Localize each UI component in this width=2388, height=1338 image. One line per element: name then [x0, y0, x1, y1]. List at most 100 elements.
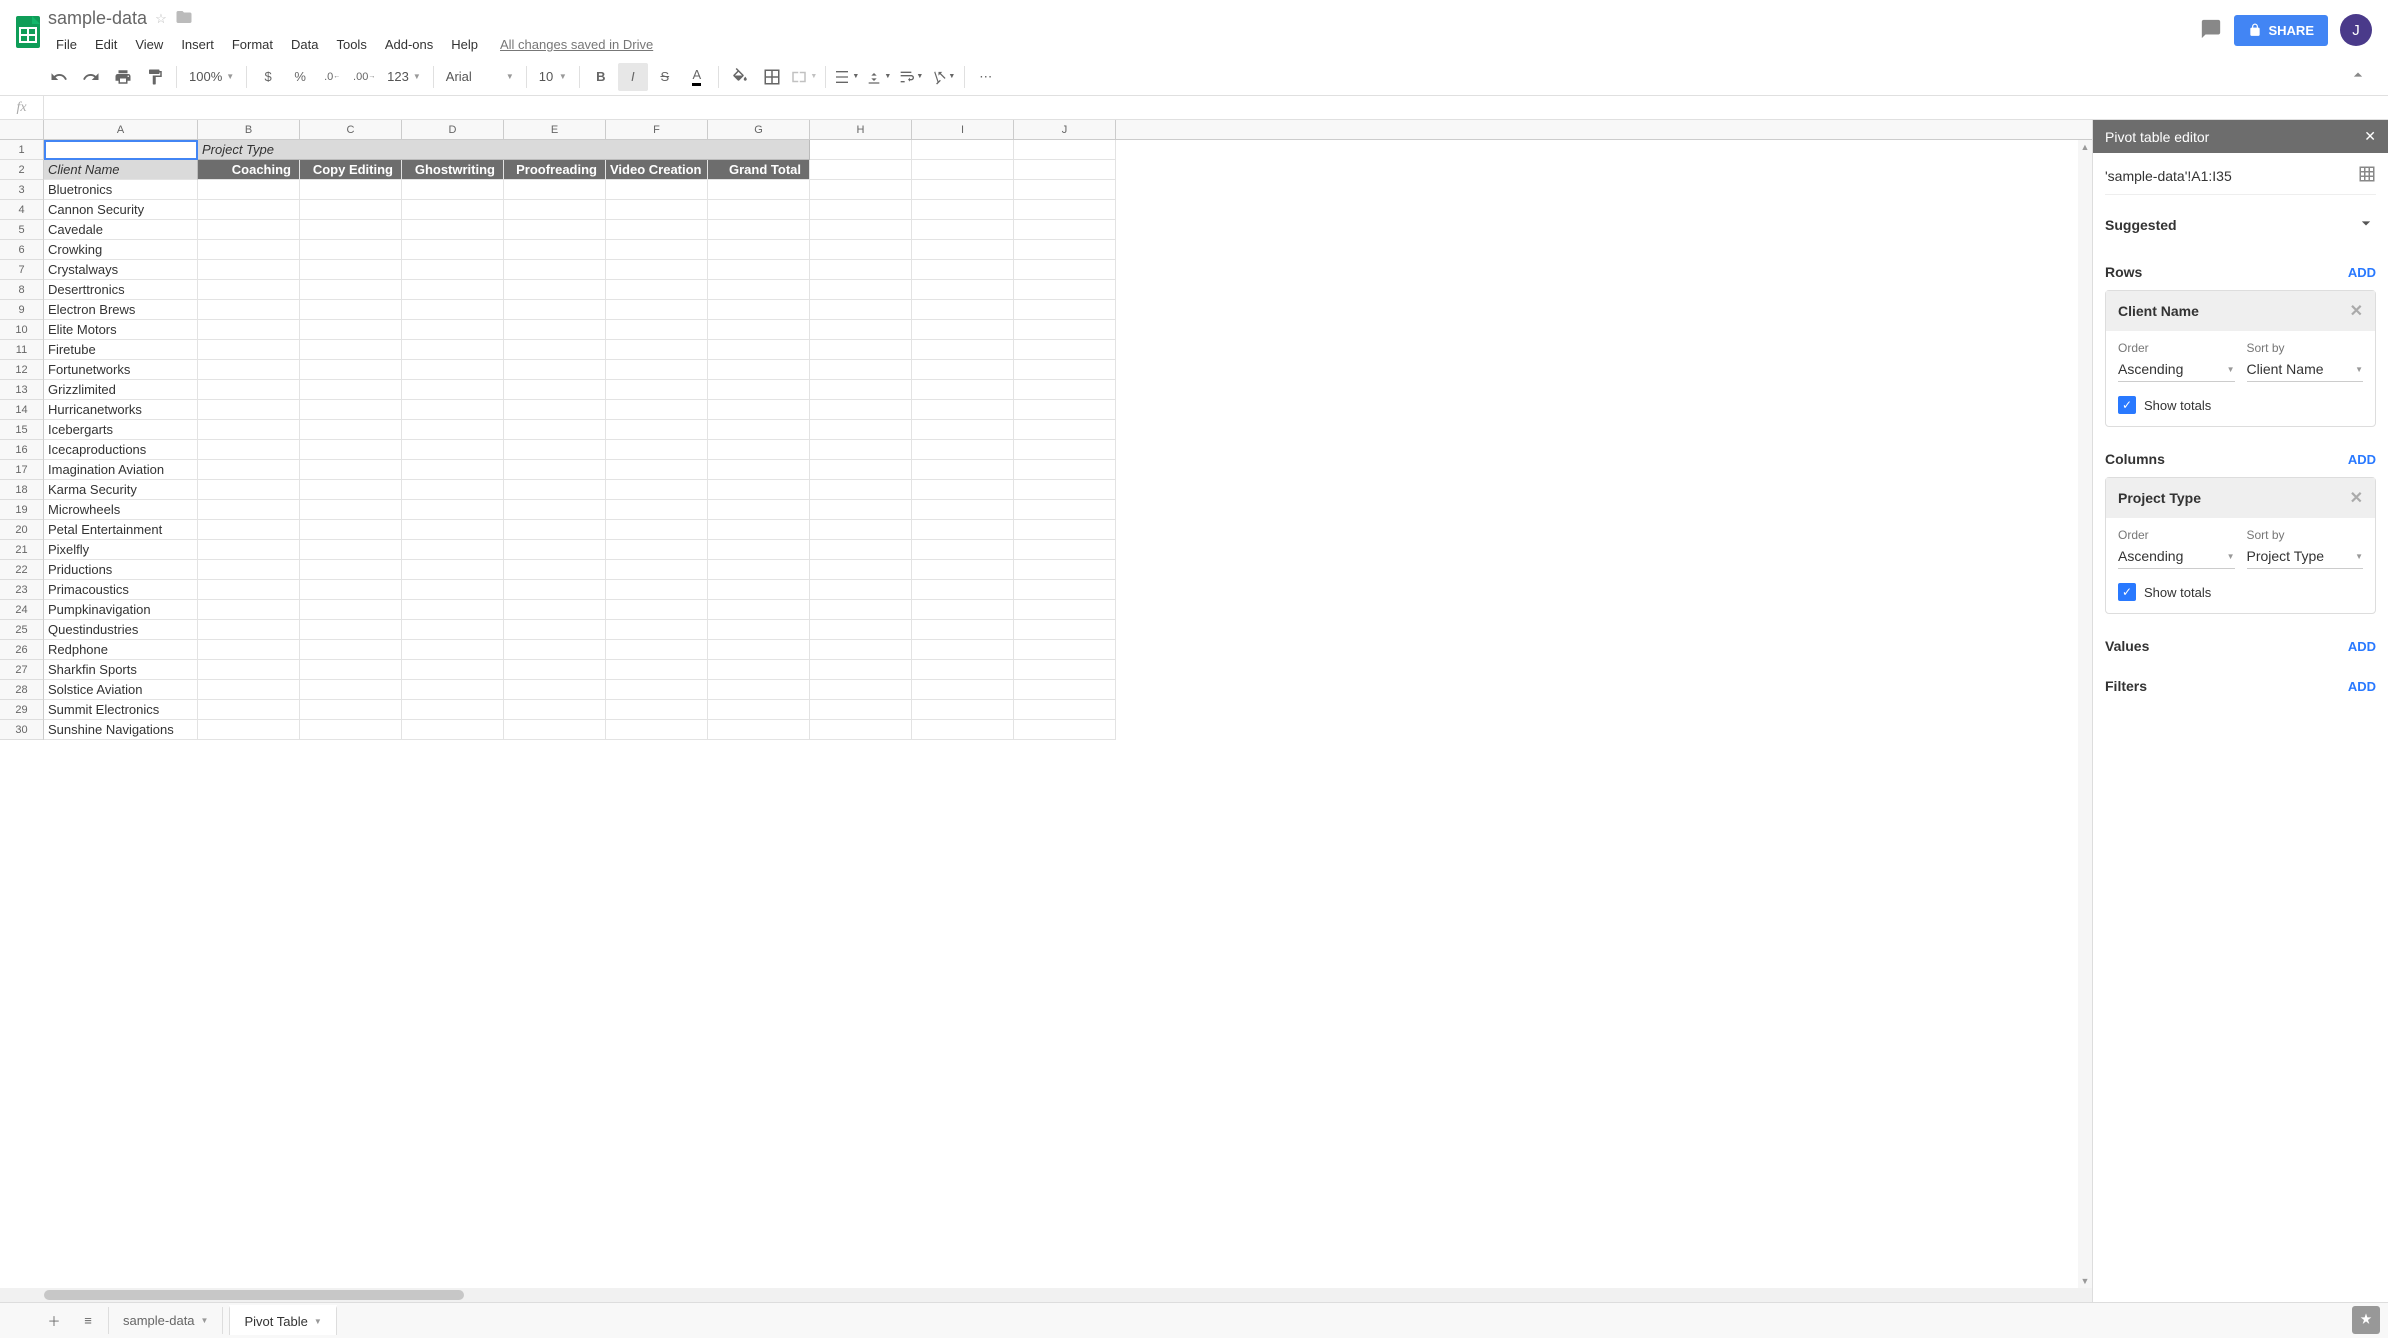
cell[interactable]	[708, 600, 810, 620]
cell[interactable]	[504, 180, 606, 200]
select-range-icon[interactable]	[2358, 165, 2376, 186]
row-header[interactable]: 12	[0, 360, 44, 380]
cell[interactable]	[402, 360, 504, 380]
cell[interactable]	[300, 580, 402, 600]
merge-cells-button[interactable]: ▼	[789, 63, 819, 91]
cell[interactable]	[300, 700, 402, 720]
cell[interactable]	[504, 400, 606, 420]
cell[interactable]	[810, 640, 912, 660]
cell[interactable]	[504, 280, 606, 300]
cell[interactable]	[504, 600, 606, 620]
cell[interactable]: Imagination Aviation	[44, 460, 198, 480]
col-header-A[interactable]: A	[44, 120, 198, 139]
cell[interactable]	[504, 580, 606, 600]
cell[interactable]: Grizzlimited	[44, 380, 198, 400]
cell[interactable]	[1014, 540, 1116, 560]
fill-color-button[interactable]	[725, 63, 755, 91]
cell[interactable]	[300, 400, 402, 420]
menu-view[interactable]: View	[127, 33, 171, 56]
sheet-tab-sample-data[interactable]: sample-data▼	[108, 1307, 223, 1334]
collapse-toolbar-icon[interactable]	[2348, 65, 2368, 88]
filters-add-button[interactable]: ADD	[2348, 679, 2376, 694]
cell[interactable]	[708, 460, 810, 480]
cell[interactable]: Fortunetworks	[44, 360, 198, 380]
cell[interactable]	[504, 240, 606, 260]
cell[interactable]	[708, 180, 810, 200]
cell[interactable]	[912, 460, 1014, 480]
paint-format-button[interactable]	[140, 63, 170, 91]
comments-icon[interactable]	[2200, 18, 2222, 43]
cell[interactable]	[912, 240, 1014, 260]
cell[interactable]	[708, 620, 810, 640]
sheets-logo[interactable]	[8, 6, 48, 58]
cell[interactable]	[402, 520, 504, 540]
cell[interactable]	[810, 580, 912, 600]
cell[interactable]	[810, 540, 912, 560]
cell[interactable]	[912, 600, 1014, 620]
cell[interactable]	[300, 280, 402, 300]
cell[interactable]	[300, 320, 402, 340]
cell[interactable]	[912, 380, 1014, 400]
cell[interactable]: Pixelfly	[44, 540, 198, 560]
cell[interactable]	[1014, 680, 1116, 700]
cell[interactable]	[1014, 640, 1116, 660]
cell[interactable]	[402, 260, 504, 280]
cell[interactable]	[810, 700, 912, 720]
row-header[interactable]: 2	[0, 160, 44, 180]
user-avatar[interactable]: J	[2340, 14, 2372, 46]
cell[interactable]	[198, 700, 300, 720]
h-scrollbar[interactable]	[0, 1288, 2092, 1302]
cell[interactable]	[606, 340, 708, 360]
cell[interactable]	[708, 300, 810, 320]
increase-decimal-button[interactable]: .00→	[349, 63, 379, 91]
row-header[interactable]: 16	[0, 440, 44, 460]
cell[interactable]	[606, 640, 708, 660]
cell[interactable]	[606, 320, 708, 340]
row-header[interactable]: 29	[0, 700, 44, 720]
share-button[interactable]: SHARE	[2234, 15, 2328, 46]
select-all-corner[interactable]	[0, 120, 44, 139]
cell[interactable]	[810, 140, 912, 160]
cell[interactable]	[1014, 440, 1116, 460]
cell[interactable]: Electron Brews	[44, 300, 198, 320]
cell[interactable]	[708, 540, 810, 560]
cell[interactable]	[300, 440, 402, 460]
rows-field-remove-icon[interactable]: ✕	[2350, 301, 2363, 321]
cell[interactable]	[198, 180, 300, 200]
cell[interactable]	[198, 280, 300, 300]
cell[interactable]	[1014, 560, 1116, 580]
cell[interactable]	[708, 700, 810, 720]
cell[interactable]	[810, 680, 912, 700]
cell[interactable]	[708, 200, 810, 220]
cell[interactable]: Priductions	[44, 560, 198, 580]
cell[interactable]	[810, 560, 912, 580]
italic-button[interactable]: I	[618, 63, 648, 91]
cell[interactable]	[300, 360, 402, 380]
row-header[interactable]: 11	[0, 340, 44, 360]
cell[interactable]: Grand Total	[708, 160, 810, 180]
cell[interactable]	[810, 260, 912, 280]
cell[interactable]	[402, 660, 504, 680]
cell[interactable]	[504, 460, 606, 480]
cell[interactable]	[504, 320, 606, 340]
cell[interactable]	[606, 260, 708, 280]
col-header-B[interactable]: B	[198, 120, 300, 139]
cell[interactable]	[198, 460, 300, 480]
redo-button[interactable]	[76, 63, 106, 91]
cell[interactable]	[300, 540, 402, 560]
cell[interactable]	[402, 720, 504, 740]
cell[interactable]	[300, 680, 402, 700]
cell[interactable]	[912, 400, 1014, 420]
cell[interactable]	[402, 600, 504, 620]
cell[interactable]	[402, 420, 504, 440]
cell[interactable]	[810, 720, 912, 740]
cell[interactable]	[912, 280, 1014, 300]
cell[interactable]	[300, 640, 402, 660]
cell[interactable]	[504, 520, 606, 540]
cell[interactable]	[402, 380, 504, 400]
cell[interactable]	[912, 140, 1014, 160]
cols-show-totals-checkbox[interactable]: ✓	[2118, 583, 2136, 601]
all-sheets-button[interactable]: ≡	[74, 1307, 102, 1335]
row-header[interactable]: 3	[0, 180, 44, 200]
cell[interactable]	[708, 520, 810, 540]
